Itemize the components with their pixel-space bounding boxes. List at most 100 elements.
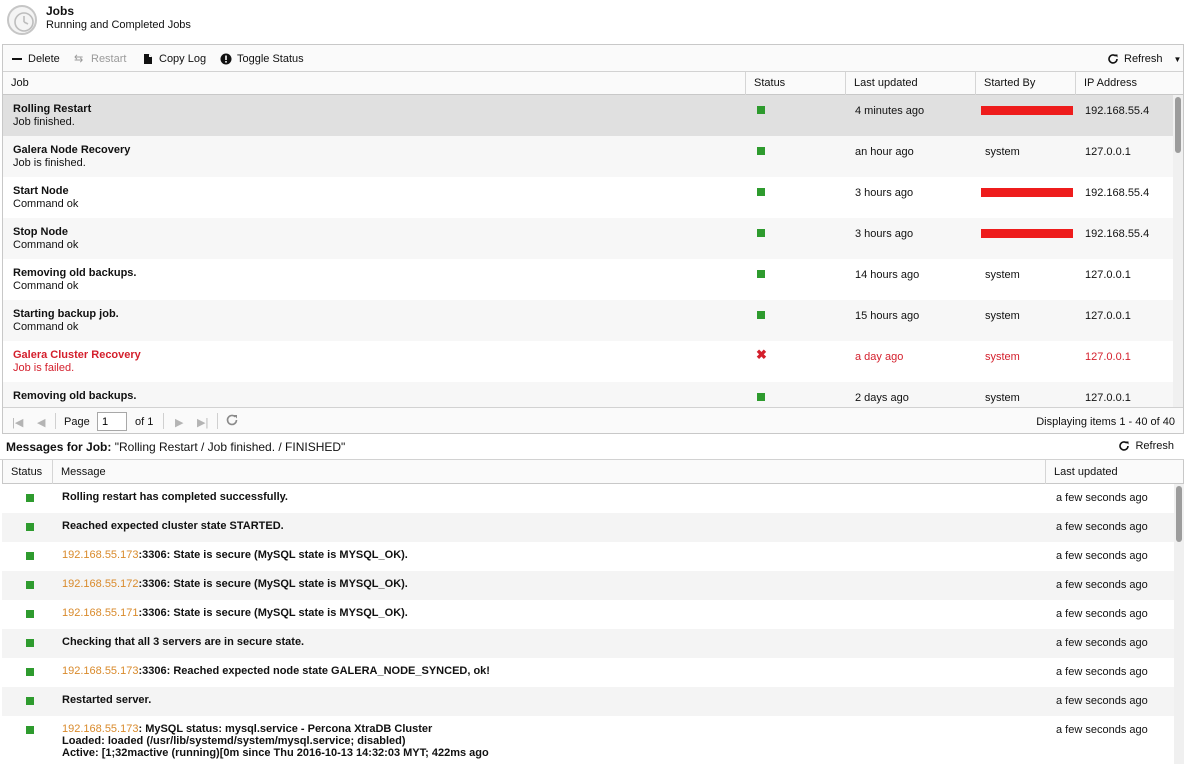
delete-button[interactable]: Delete	[11, 51, 60, 67]
host-link[interactable]: 192.168.55.173	[62, 665, 138, 677]
messages-refresh-label: Refresh	[1135, 440, 1174, 452]
toggle-status-label: Toggle Status	[237, 53, 304, 65]
column-message[interactable]: Message	[53, 460, 1046, 484]
table-row[interactable]: Stop Node Command ok 3 hours ago 192.168.55…	[3, 218, 1175, 259]
job-ip-address: 127.0.0.1	[1085, 310, 1131, 322]
message-body: Checking that all 3 servers are in secur…	[62, 636, 305, 648]
jobs-grid-body: Rolling Restart Job finished. 4 minutes ag…	[3, 95, 1175, 407]
message-body: Reached expected cluster state STARTED.	[62, 520, 284, 532]
job-name: Stop Node	[13, 226, 68, 238]
message-last-updated: a few seconds ago	[1056, 666, 1148, 678]
success-status-icon	[757, 188, 765, 196]
job-last-updated: 3 hours ago	[855, 228, 914, 240]
list-item[interactable]: Rolling restart has completed successful…	[2, 484, 1174, 513]
success-status-icon	[26, 668, 34, 676]
column-message-status[interactable]: Status	[3, 460, 53, 484]
host-link[interactable]: 192.168.55.173	[62, 549, 138, 561]
list-item[interactable]: 192.168.55.173:3306: Reached expected no…	[2, 658, 1174, 687]
prev-page-icon[interactable]: ◀	[37, 416, 45, 429]
page-subtitle: Running and Completed Jobs	[46, 19, 191, 31]
refresh-icon	[1118, 440, 1130, 452]
table-row[interactable]: Removing old backups. Command ok 14 hours …	[3, 259, 1175, 300]
first-page-icon[interactable]: |◀	[12, 416, 23, 429]
copy-log-button[interactable]: Copy Log	[142, 51, 206, 67]
message-body: Rolling restart has completed successful…	[62, 491, 288, 503]
job-last-updated: a day ago	[855, 351, 904, 363]
column-status[interactable]: Status	[746, 72, 846, 95]
refresh-button[interactable]: Refresh ▼	[1107, 51, 1181, 67]
column-started-by[interactable]: Started By	[976, 72, 1076, 95]
list-item[interactable]: 192.168.55.173: MySQL status: mysql.serv…	[2, 716, 1174, 764]
job-started-by: system	[985, 392, 1020, 404]
last-page-icon[interactable]: ▶|	[197, 416, 208, 429]
messages-refresh-button[interactable]: Refresh	[1118, 440, 1174, 452]
next-page-icon[interactable]: ▶	[175, 416, 183, 429]
job-message: Job finished.	[13, 116, 75, 128]
success-status-icon	[757, 270, 765, 278]
message-text: Checking that all 3 servers are in secur…	[62, 636, 304, 648]
job-last-updated: 3 hours ago	[855, 187, 914, 199]
messages-title: Messages for Job: "Rolling Restart / Job…	[6, 440, 345, 454]
table-row[interactable]: Rolling Restart Job finished. 4 minutes ag…	[3, 95, 1175, 136]
chevron-down-icon[interactable]: ▼	[1174, 55, 1182, 64]
success-status-icon	[757, 106, 765, 114]
job-last-updated: 2 days ago	[855, 392, 909, 404]
list-item[interactable]: 192.168.55.172:3306: State is secure (My…	[2, 571, 1174, 600]
redacted-username	[981, 106, 1073, 115]
message-body: :3306: Reached expected node state GALER…	[138, 665, 490, 677]
job-ip-address: 127.0.0.1	[1085, 351, 1131, 363]
jobs-scrollbar[interactable]	[1173, 95, 1183, 407]
message-last-updated: a few seconds ago	[1056, 492, 1148, 504]
job-last-updated: 15 hours ago	[855, 310, 920, 322]
pager-divider	[163, 413, 164, 429]
table-row[interactable]: Start Node Command ok 3 hours ago 192.168.5…	[3, 177, 1175, 218]
reload-icon[interactable]	[225, 413, 239, 430]
table-row[interactable]: Starting backup job. Command ok 15 hours a…	[3, 300, 1175, 341]
page-number-input[interactable]	[97, 412, 127, 431]
column-message-last-updated[interactable]: Last updated	[1046, 460, 1183, 484]
job-message: Command ok	[13, 280, 79, 292]
toggle-status-button[interactable]: Toggle Status	[220, 51, 304, 67]
host-link[interactable]: 192.168.55.171	[62, 607, 138, 619]
job-ip-address: 127.0.0.1	[1085, 269, 1131, 281]
jobs-toolbar: Delete ⇆ Restart Copy Log Toggle Status …	[3, 45, 1183, 72]
success-status-icon	[26, 610, 34, 618]
pager-divider	[217, 413, 218, 429]
message-text: 192.168.55.173: MySQL status: mysql.serv…	[62, 723, 432, 735]
messages-scrollbar-thumb[interactable]	[1176, 486, 1182, 542]
success-status-icon	[757, 393, 765, 401]
app-header: Jobs Running and Completed Jobs	[0, 0, 1194, 44]
message-body: :3306: State is secure (MySQL state is M…	[138, 578, 408, 590]
success-status-icon	[26, 697, 34, 705]
message-detail-line: Active: [1;32mactive (running)[0m since …	[62, 747, 489, 759]
messages-scrollbar[interactable]	[1174, 484, 1184, 764]
job-message: Command ok	[13, 239, 79, 251]
host-link[interactable]: 192.168.55.173	[62, 723, 138, 735]
column-ip-address[interactable]: IP Address	[1076, 72, 1183, 95]
jobs-scrollbar-thumb[interactable]	[1175, 97, 1181, 153]
job-started-by: system	[985, 310, 1020, 322]
message-last-updated: a few seconds ago	[1056, 550, 1148, 562]
column-job[interactable]: Job	[3, 72, 746, 95]
job-ip-address: 127.0.0.1	[1085, 392, 1131, 404]
host-link[interactable]: 192.168.55.172	[62, 578, 138, 590]
messages-title-bar: Messages for Job: "Rolling Restart / Job…	[0, 434, 1184, 460]
list-item[interactable]: 192.168.55.173:3306: State is secure (My…	[2, 542, 1174, 571]
list-item[interactable]: Checking that all 3 servers are in secur…	[2, 629, 1174, 658]
success-status-icon	[757, 147, 765, 155]
table-row[interactable]: Removing old backups. 2 days ago system 127…	[3, 382, 1175, 407]
column-last-updated[interactable]: Last updated	[846, 72, 976, 95]
job-name: Removing old backups.	[13, 390, 137, 402]
message-detail-line: Loaded: loaded (/usr/lib/systemd/system/…	[62, 735, 406, 747]
job-message: Command ok	[13, 321, 79, 333]
list-item[interactable]: Reached expected cluster state STARTED. a…	[2, 513, 1174, 542]
list-item[interactable]: Restarted server. a few seconds ago	[2, 687, 1174, 716]
message-last-updated: a few seconds ago	[1056, 521, 1148, 533]
messages-title-prefix: Messages for Job:	[6, 440, 112, 454]
table-row[interactable]: Galera Node Recovery Job is finished. an h…	[3, 136, 1175, 177]
message-text: Rolling restart has completed successful…	[62, 491, 288, 503]
restart-button[interactable]: ⇆ Restart	[74, 51, 126, 67]
list-item[interactable]: 192.168.55.171:3306: State is secure (My…	[2, 600, 1174, 629]
table-row[interactable]: Galera Cluster Recovery Job is failed. ✖ a …	[3, 341, 1175, 382]
job-started-by: system	[985, 146, 1020, 158]
